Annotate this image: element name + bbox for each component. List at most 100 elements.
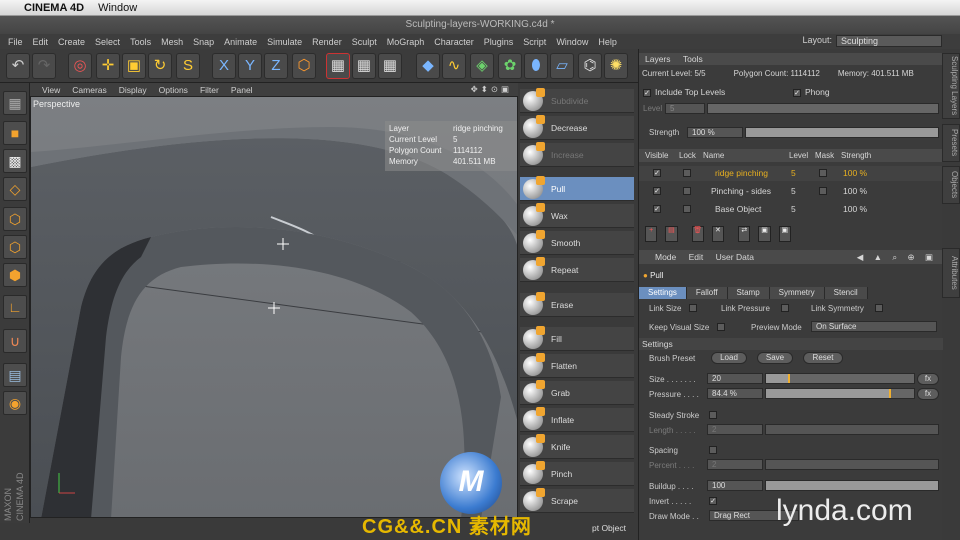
delete-layer-icon[interactable]: 🗑 <box>691 226 704 242</box>
new-folder-icon[interactable]: ▤ <box>665 226 678 242</box>
size-field[interactable]: 20 <box>707 373 763 384</box>
viewport-menu-view[interactable]: View <box>42 85 60 95</box>
buildup-field[interactable]: 100 <box>707 480 763 491</box>
undo-icon[interactable]: ↶ <box>6 53 30 79</box>
table-row[interactable]: ✓ Pinching - sides 5 100 % <box>639 184 943 199</box>
side-tab-presets[interactable]: Presets <box>942 124 960 162</box>
workplane-icon[interactable]: ◇ <box>3 177 27 201</box>
camera-icon[interactable]: ⌬ <box>578 53 602 79</box>
menu-character[interactable]: Character <box>434 37 474 47</box>
viewport-menu-panel[interactable]: Panel <box>231 85 253 95</box>
sculpt-layer-icon[interactable]: ◉ <box>3 391 27 415</box>
spacing-checkbox[interactable] <box>709 446 717 454</box>
copy-layer-icon[interactable]: ▣ <box>758 226 771 242</box>
menu-plugins[interactable]: Plugins <box>484 37 514 47</box>
sculpt-tool-icon[interactable]: S <box>176 53 200 79</box>
tab-tools[interactable]: Tools <box>683 54 703 64</box>
attr-menu-userdata[interactable]: User Data <box>716 252 754 262</box>
viewport-menu-filter[interactable]: Filter <box>200 85 219 95</box>
level-field[interactable]: 5 <box>665 103 705 114</box>
window-menu[interactable]: Window <box>98 2 137 14</box>
menu-tools[interactable]: Tools <box>130 37 151 47</box>
keep-visual-size-checkbox[interactable] <box>717 323 725 331</box>
reset-button[interactable]: Reset <box>803 352 843 364</box>
grid-snap-icon[interactable]: ▤ <box>3 363 27 387</box>
edges-mode-icon[interactable]: ⬡ <box>3 235 27 259</box>
render-picture-viewer-icon[interactable]: ▦ <box>352 53 376 79</box>
y-axis-icon[interactable]: Y <box>238 53 262 79</box>
side-tab-sculpting-layers[interactable]: Sculpting Layers <box>942 53 960 119</box>
visible-checkbox[interactable]: ✓ <box>653 187 661 195</box>
menu-file[interactable]: File <box>8 37 23 47</box>
attr-menu-edit[interactable]: Edit <box>689 252 704 262</box>
viewport-menu-display[interactable]: Display <box>119 85 147 95</box>
mask-checkbox[interactable] <box>819 169 827 177</box>
table-row[interactable]: ✓ ridge pinching 5 100 % <box>639 166 943 181</box>
clear-layer-icon[interactable]: ✕ <box>711 226 725 242</box>
brush-scrape[interactable]: Scrape <box>520 487 634 513</box>
link-symmetry-checkbox[interactable] <box>875 304 883 312</box>
strength-field[interactable]: 100 % <box>687 127 743 138</box>
brush-pinch[interactable]: Pinch <box>520 460 634 486</box>
points-mode-icon[interactable]: ⬡ <box>3 207 27 231</box>
menu-snap[interactable]: Snap <box>193 37 214 47</box>
tab-stencil[interactable]: Stencil <box>824 287 868 299</box>
paste-layer-icon[interactable]: ▣ <box>778 226 791 242</box>
visible-checkbox[interactable]: ✓ <box>653 205 661 213</box>
size-slider[interactable] <box>765 373 915 384</box>
tab-layers[interactable]: Layers <box>645 54 671 64</box>
cube-icon[interactable]: ◆ <box>416 53 440 79</box>
x-axis-icon[interactable]: X <box>212 53 236 79</box>
percent-slider[interactable] <box>765 459 939 470</box>
level-slider[interactable] <box>707 103 939 114</box>
brush-inflate[interactable]: Inflate <box>520 406 634 432</box>
lock-checkbox[interactable] <box>683 205 691 213</box>
tab-falloff[interactable]: Falloff <box>686 287 728 299</box>
lock-checkbox[interactable] <box>683 187 691 195</box>
brush-flatten[interactable]: Flatten <box>520 352 634 378</box>
brush-repeat[interactable]: Repeat <box>520 256 634 282</box>
table-row[interactable]: ✓ Base Object 5 100 % <box>639 202 943 217</box>
brush-grab[interactable]: Grab <box>520 379 634 405</box>
tab-stamp[interactable]: Stamp <box>727 287 770 299</box>
save-button[interactable]: Save <box>757 352 793 364</box>
floor-icon[interactable]: ▱ <box>550 53 574 79</box>
phong-checkbox[interactable]: ✓ <box>793 88 801 97</box>
brush-decrease[interactable]: Decrease <box>520 114 634 140</box>
menu-edit[interactable]: Edit <box>33 37 49 47</box>
rotate-icon[interactable]: ↻ <box>148 53 172 79</box>
pressure-slider[interactable] <box>765 388 915 399</box>
size-fx-button[interactable]: fx <box>917 373 939 385</box>
brush-erase[interactable]: Erase <box>520 291 634 317</box>
menu-help[interactable]: Help <box>598 37 617 47</box>
strength-slider[interactable] <box>745 127 939 138</box>
render-settings-icon[interactable]: ▦ <box>378 53 402 79</box>
menu-simulate[interactable]: Simulate <box>267 37 302 47</box>
menu-mesh[interactable]: Mesh <box>161 37 183 47</box>
layout-select[interactable]: Sculpting <box>836 35 942 47</box>
menu-script[interactable]: Script <box>523 37 546 47</box>
brush-wax[interactable]: Wax <box>520 202 634 228</box>
percent-field[interactable]: 2 <box>707 459 763 470</box>
model-mode-icon[interactable]: ■ <box>3 121 27 145</box>
visible-checkbox[interactable]: ✓ <box>653 169 661 177</box>
subdivision-surface-icon[interactable]: ◈ <box>470 53 494 79</box>
viewport-menu-cameras[interactable]: Cameras <box>72 85 106 95</box>
light-icon[interactable]: ✺ <box>604 53 628 79</box>
load-button[interactable]: Load <box>711 352 747 364</box>
brush-fill[interactable]: Fill <box>520 325 634 351</box>
live-selection-icon[interactable]: ◎ <box>68 53 92 79</box>
coordinate-system-icon[interactable]: ⬡ <box>292 53 316 79</box>
menu-sculpt[interactable]: Sculpt <box>352 37 377 47</box>
menu-select[interactable]: Select <box>95 37 120 47</box>
viewport-menu-options[interactable]: Options <box>159 85 188 95</box>
viewport-nav-icons[interactable]: ✥⬍⊙▣ <box>471 84 512 95</box>
perspective-viewport[interactable]: Perspective Layer ridge pinching Current … <box>30 96 518 518</box>
link-pressure-checkbox[interactable] <box>781 304 789 312</box>
preview-mode-select[interactable]: On Surface <box>811 321 937 332</box>
steady-stroke-checkbox[interactable] <box>709 411 717 419</box>
move-icon[interactable]: ✛ <box>96 53 120 79</box>
render-view-icon[interactable]: ▦ <box>326 53 350 79</box>
texture-mode-icon[interactable]: ▩ <box>3 149 27 173</box>
redo-icon[interactable]: ↷ <box>32 53 56 79</box>
